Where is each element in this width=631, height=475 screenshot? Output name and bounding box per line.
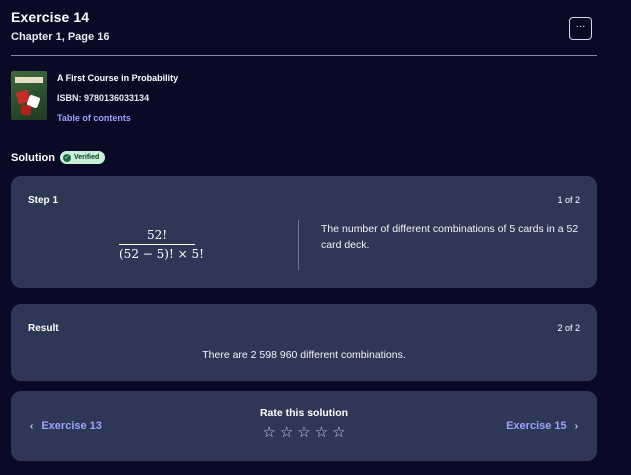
result-text: There are 2 598 960 different combinatio… xyxy=(202,349,406,361)
more-horizontal-icon: ··· xyxy=(575,21,586,32)
more-options-button[interactable]: ··· xyxy=(569,17,592,40)
step-divider xyxy=(298,220,299,270)
step-counter: 1 of 2 xyxy=(557,195,580,205)
check-circle-icon: ✓ xyxy=(63,153,71,162)
result-counter: 2 of 2 xyxy=(557,323,580,333)
header-divider xyxy=(11,55,597,56)
book-cover-image[interactable] xyxy=(11,71,47,120)
combination-formula: 52! (52 − 5)! × 5! xyxy=(119,228,204,261)
result-card: Result 2 of 2 There are 2 598 960 differ… xyxy=(11,304,597,381)
star-icon[interactable]: ☆ xyxy=(315,425,328,440)
table-of-contents-link[interactable]: Table of contents xyxy=(57,113,178,123)
rate-label: Rate this solution xyxy=(259,407,349,419)
page-title: Exercise 14 xyxy=(11,9,90,25)
book-isbn: ISBN: 9780136033134 xyxy=(57,93,150,103)
star-icon[interactable]: ☆ xyxy=(280,425,293,440)
result-title: Result xyxy=(28,323,59,334)
verified-badge: ✓ Verified xyxy=(60,151,106,164)
book-title[interactable]: A First Course in Probability xyxy=(57,73,178,83)
step-title: Step 1 xyxy=(28,195,59,206)
exercise-header: Exercise 14 Chapter 1, Page 16 ··· xyxy=(11,9,597,43)
chevron-right-icon: › xyxy=(574,420,578,432)
chapter-page-subtitle: Chapter 1, Page 16 xyxy=(11,31,110,43)
cover-title-band xyxy=(15,77,43,83)
star-icon[interactable]: ☆ xyxy=(332,425,345,440)
book-details: A First Course in Probability ISBN: 9780… xyxy=(57,71,178,123)
step-explanation: The number of different combinations of … xyxy=(321,223,579,251)
star-icon[interactable]: ☆ xyxy=(262,425,275,440)
textbook-info: A First Course in Probability ISBN: 9780… xyxy=(11,71,178,123)
star-icon[interactable]: ☆ xyxy=(297,425,310,440)
formula-denominator: (52 − 5)! × 5! xyxy=(119,247,204,261)
next-exercise-link[interactable]: Exercise 15 › xyxy=(506,420,578,432)
solution-label: Solution xyxy=(11,151,55,164)
exercise-navigation: ‹ Exercise 13 Rate this solution ☆ ☆ ☆ ☆… xyxy=(11,391,597,461)
solution-heading: Solution ✓ Verified xyxy=(11,151,106,164)
next-exercise-label: Exercise 15 xyxy=(506,420,567,432)
verified-badge-label: Verified xyxy=(74,154,100,161)
cover-die xyxy=(20,104,32,116)
step-card: Step 1 1 of 2 52! (52 − 5)! × 5! The num… xyxy=(11,176,597,288)
formula-numerator: 52! xyxy=(146,228,168,242)
